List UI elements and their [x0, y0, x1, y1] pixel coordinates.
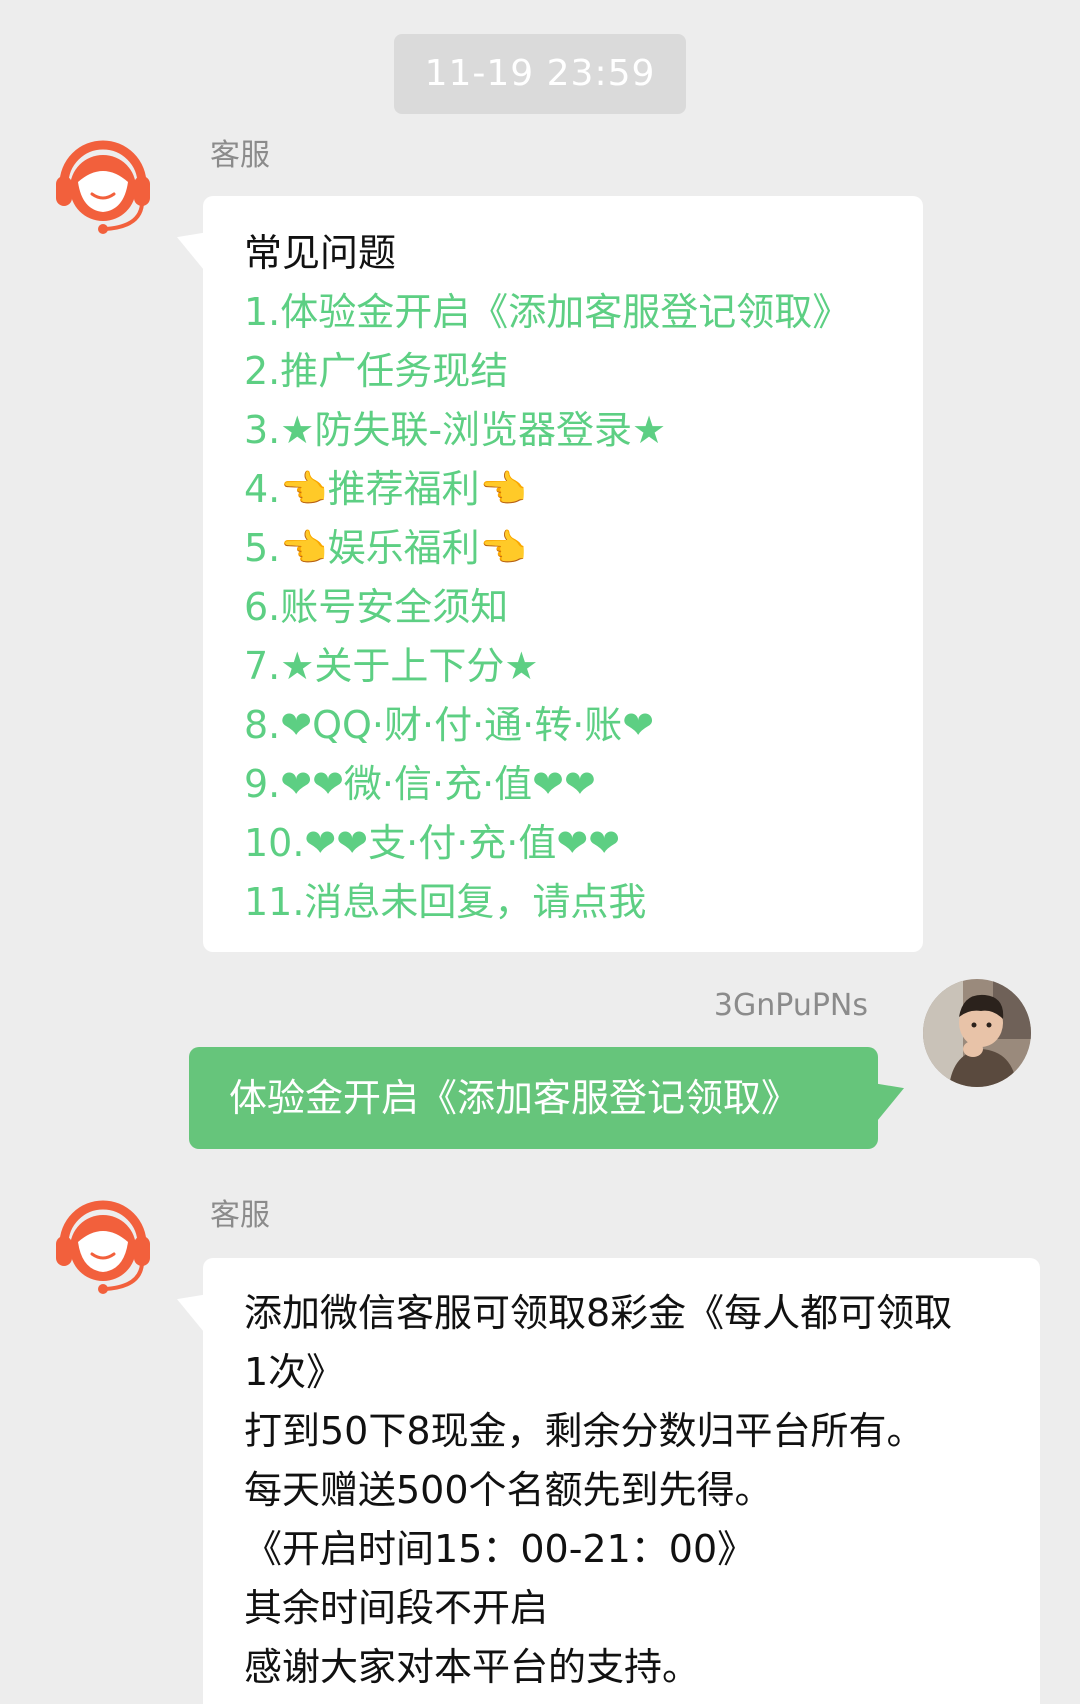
sender-name: 客服 — [210, 1198, 270, 1233]
message-line: 每天赠送500个名额先到先得。 — [244, 1468, 773, 1512]
user-avatar[interactable] — [923, 979, 1031, 1087]
faq-link-7[interactable]: 7.★关于上下分★ — [244, 637, 923, 696]
chat-screen: 11-19 23:59 客服 常见问题 1.体验金开启《添加客服登记领取》 2.… — [0, 0, 1080, 1704]
message-line: 打到50下8现金，剩余分数归平台所有。 — [244, 1409, 925, 1453]
user-message-bubble[interactable]: 体验金开启《添加客服登记领取》 — [189, 1047, 878, 1149]
faq-title: 常见问题 — [244, 231, 397, 275]
message-line: 感谢大家对本平台的支持。 — [244, 1645, 701, 1689]
customer-service-avatar-icon[interactable] — [50, 132, 156, 238]
message-line: 添加微信客服可领取8彩金《每人都可领取 — [244, 1291, 953, 1335]
faq-link-4[interactable]: 4.👈推荐福利👈 — [244, 460, 923, 519]
faq-link-1[interactable]: 1.体验金开启《添加客服登记领取》 — [244, 283, 923, 342]
sender-name: 3GnPuPNs — [713, 988, 868, 1023]
message-timestamp: 11-19 23:59 — [394, 34, 686, 114]
faq-link-8[interactable]: 8.❤QQ·财·付·通·转·账❤ — [244, 696, 923, 755]
customer-service-avatar-icon[interactable] — [50, 1192, 156, 1298]
faq-link-9[interactable]: 9.❤❤微·信·充·值❤❤ — [244, 755, 923, 814]
sender-name: 客服 — [210, 138, 270, 173]
faq-link-5[interactable]: 5.👈娱乐福利👈 — [244, 519, 923, 578]
faq-link-11[interactable]: 11.消息未回复，请点我 — [244, 873, 923, 932]
message-line: 其余时间段不开启 — [244, 1586, 549, 1630]
faq-link-2[interactable]: 2.推广任务现结 — [244, 342, 923, 401]
message-line: 1次》 — [244, 1350, 345, 1394]
cs-message-bubble[interactable]: 添加微信客服可领取8彩金《每人都可领取 1次》 打到50下8现金，剩余分数归平台… — [203, 1258, 1040, 1704]
faq-link-10[interactable]: 10.❤❤支·付·充·值❤❤ — [244, 814, 923, 873]
faq-message-bubble[interactable]: 常见问题 1.体验金开启《添加客服登记领取》 2.推广任务现结 3.★防失联-浏… — [203, 196, 923, 952]
faq-link-3[interactable]: 3.★防失联-浏览器登录★ — [244, 401, 923, 460]
faq-link-6[interactable]: 6.账号安全须知 — [244, 578, 923, 637]
user-message-text: 体验金开启《添加客服登记领取》 — [229, 1076, 800, 1120]
message-line: 《开启时间15：00-21：00》 — [244, 1527, 756, 1571]
